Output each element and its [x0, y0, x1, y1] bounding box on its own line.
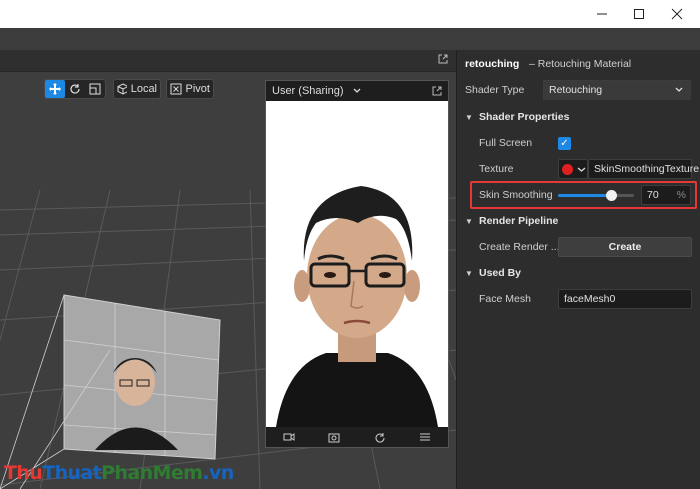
- rotate-icon[interactable]: [374, 431, 386, 443]
- used-by-section[interactable]: ▼ Used By: [457, 260, 700, 286]
- preview-header: User (Sharing): [266, 81, 448, 101]
- full-screen-checkbox[interactable]: ✓: [558, 136, 571, 150]
- watermark: ThuThuatPhanMem.vn: [4, 462, 234, 484]
- full-screen-label: Full Screen: [479, 137, 533, 149]
- render-pipeline-section[interactable]: ▼ Render Pipeline: [457, 208, 700, 234]
- expand-arrow-icon: ▼: [465, 216, 473, 226]
- create-button[interactable]: Create: [558, 237, 692, 257]
- object-name: retouching: [465, 58, 520, 70]
- video-icon[interactable]: [283, 432, 295, 442]
- shader-type-row: Shader Type Retouching: [457, 77, 700, 103]
- local-toggle-inner: Local: [114, 80, 160, 98]
- local-label: Local: [130, 83, 157, 95]
- cube-icon: [117, 83, 127, 95]
- rotate-icon: [70, 84, 80, 94]
- texture-field[interactable]: SkinSmoothingTexture: [588, 159, 699, 179]
- close-button[interactable]: [660, 0, 694, 28]
- inspector-panel: retouching – Retouching Material Shader …: [456, 50, 700, 489]
- scale-tool-button[interactable]: [85, 80, 105, 98]
- preview-face-photo: [266, 101, 448, 427]
- camera-select-label[interactable]: User (Sharing): [272, 85, 344, 97]
- rotate-tool-button[interactable]: [65, 80, 85, 98]
- pivot-toggle[interactable]: Pivot: [166, 79, 214, 99]
- watermark-part2: Thuat: [42, 462, 102, 484]
- shader-type-value: Retouching: [549, 84, 603, 96]
- maximize-icon: [634, 9, 644, 19]
- chevron-down-icon: [577, 167, 586, 172]
- face-mesh-row: Face Mesh faceMesh0: [457, 286, 700, 312]
- move-icon: [49, 83, 61, 95]
- face-mesh-label: Face Mesh: [479, 293, 531, 305]
- close-icon: [671, 8, 683, 20]
- watermark-part1: Thu: [4, 462, 43, 484]
- texture-color-picker[interactable]: [558, 159, 588, 179]
- expand-arrow-icon: ▼: [465, 112, 473, 122]
- texture-row: Texture SkinSmoothingTexture: [457, 156, 700, 182]
- pivot-toggle-inner: Pivot: [167, 80, 213, 98]
- inspector-header: retouching – Retouching Material: [457, 51, 700, 77]
- scale-icon: [89, 83, 101, 95]
- render-pipeline-label: Render Pipeline: [479, 215, 559, 227]
- create-render-label: Create Render ...: [479, 241, 560, 253]
- chevron-down-icon: [675, 87, 683, 92]
- external-link-icon[interactable]: [438, 54, 448, 67]
- highlight-box: [470, 181, 697, 209]
- menu-bar: [0, 28, 700, 50]
- preview-footer: [266, 427, 448, 447]
- external-link-icon[interactable]: [432, 86, 442, 96]
- object-subtitle: – Retouching Material: [529, 58, 632, 70]
- face-mesh-field[interactable]: faceMesh0: [558, 289, 692, 309]
- used-by-label: Used By: [479, 267, 522, 279]
- watermark-part4: .vn: [202, 462, 234, 484]
- texture-color-swatch: [562, 163, 573, 175]
- shader-properties-label: Shader Properties: [479, 111, 570, 123]
- move-tool-button[interactable]: [45, 80, 65, 98]
- pivot-icon: [170, 83, 182, 95]
- viewport-header: [0, 50, 456, 72]
- texture-label: Texture: [479, 163, 514, 175]
- full-screen-row: Full Screen ✓: [457, 130, 700, 156]
- face-mesh-value: faceMesh0: [564, 293, 616, 305]
- maximize-button[interactable]: [622, 0, 656, 28]
- local-toggle[interactable]: Local: [113, 79, 161, 99]
- minimize-button[interactable]: [585, 0, 619, 28]
- menu-icon[interactable]: [419, 431, 431, 443]
- transform-tools: [44, 79, 106, 99]
- watermark-part3: PhanMem: [101, 462, 203, 484]
- minimize-icon: [597, 13, 607, 15]
- shader-type-label: Shader Type: [465, 84, 525, 96]
- create-render-row: Create Render ... Create: [457, 234, 700, 260]
- expand-arrow-icon: ▼: [465, 268, 473, 278]
- texture-value: SkinSmoothingTexture: [594, 163, 700, 175]
- preview-screen: [266, 101, 448, 427]
- shader-properties-section[interactable]: ▼ Shader Properties: [457, 104, 700, 130]
- camera-switch-icon[interactable]: [328, 431, 340, 443]
- chevron-down-icon[interactable]: [352, 86, 362, 96]
- pivot-label: Pivot: [185, 83, 210, 95]
- preview-panel: User (Sharing): [265, 80, 449, 448]
- title-bar: [0, 0, 700, 28]
- shader-type-select[interactable]: Retouching: [543, 80, 691, 100]
